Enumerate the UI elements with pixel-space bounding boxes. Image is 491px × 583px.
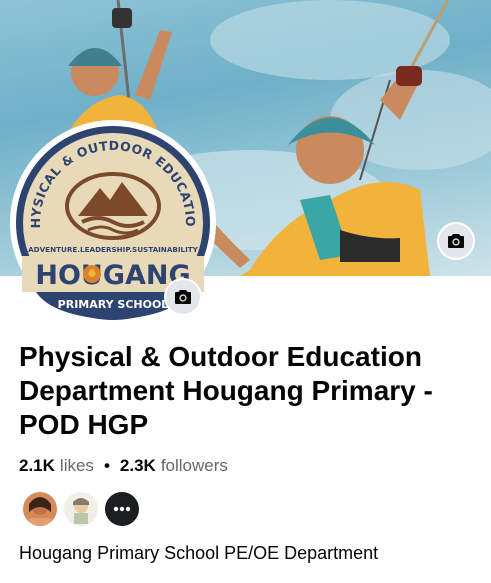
more-dots-icon <box>113 506 131 512</box>
avatar[interactable] <box>62 490 100 528</box>
edit-cover-photo-button[interactable] <box>437 222 475 260</box>
logo-subtitle: PRIMARY SCHOOL <box>58 298 169 311</box>
page-title: Physical & Outdoor Education Department … <box>19 341 433 440</box>
avatar[interactable] <box>21 490 59 528</box>
avatar-photo-2 <box>64 492 98 526</box>
likes-count: 2.1K <box>19 456 55 475</box>
followers-count: 2.3K <box>119 456 156 475</box>
avatar-photo-1 <box>23 492 57 526</box>
stats-separator: • <box>103 456 110 475</box>
logo-motto: ADVENTURE.LEADERSHIP.SUSTAINABILITY <box>28 245 199 254</box>
camera-icon <box>448 234 464 248</box>
camera-icon <box>175 290 191 304</box>
followers-label: followers <box>160 456 228 475</box>
likes-link[interactable]: 2.1K likes <box>19 456 94 476</box>
edit-profile-picture-button[interactable] <box>164 278 202 316</box>
likes-label: likes <box>59 456 94 475</box>
follower-avatars[interactable] <box>21 490 144 528</box>
page-stats: 2.1K likes • 2.3K followers <box>19 456 228 476</box>
page-description: Hougang Primary School PE/OE Department <box>19 543 379 563</box>
more-followers-button[interactable] <box>103 490 141 528</box>
followers-link[interactable]: 2.3K followers <box>120 456 228 476</box>
